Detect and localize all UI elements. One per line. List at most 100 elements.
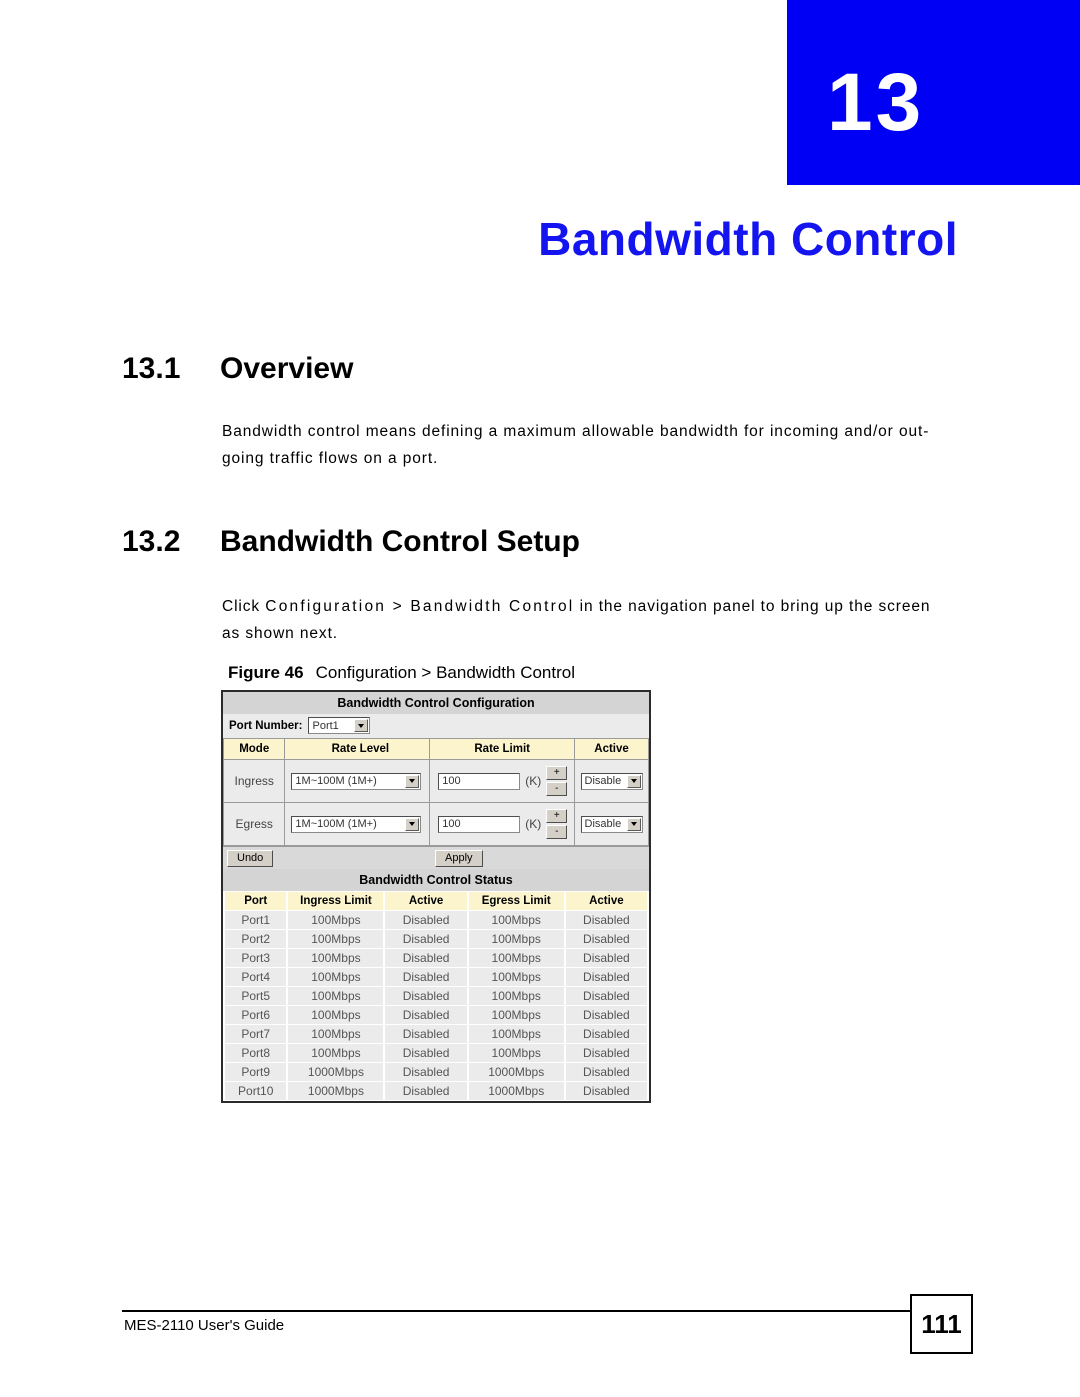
status-cell-egress-active: Disabled bbox=[565, 1006, 647, 1024]
status-cell-ingress-active: Disabled bbox=[385, 911, 467, 929]
status-cell-egress-active: Disabled bbox=[565, 911, 647, 929]
status-cell-ingress-limit: 100Mbps bbox=[288, 1006, 384, 1024]
figure-caption-text: Configuration > Bandwidth Control bbox=[315, 663, 576, 682]
status-cell-ingress-limit: 100Mbps bbox=[288, 968, 384, 986]
status-cell-ingress-limit: 100Mbps bbox=[288, 1044, 384, 1062]
figure-caption: Figure 46 Configuration > Bandwidth Contr… bbox=[228, 663, 575, 683]
chevron-down-icon bbox=[626, 774, 641, 788]
ingress-rate-limit-input[interactable] bbox=[438, 772, 521, 790]
status-cell-ingress-limit: 100Mbps bbox=[288, 987, 384, 1005]
setup-paragraph: Click Configuration > Bandwidth Control … bbox=[222, 593, 952, 647]
egress-spinner-group: + - bbox=[546, 809, 568, 839]
status-cell-egress-limit: 100Mbps bbox=[468, 911, 564, 929]
status-cell-egress-limit: 100Mbps bbox=[468, 1006, 564, 1024]
status-table-header-row: Port Ingress Limit Active Egress Limit A… bbox=[225, 892, 647, 910]
chapter-title: Bandwidth Control bbox=[538, 213, 958, 265]
egress-decrement-button[interactable]: - bbox=[546, 825, 568, 839]
section-number-overview: 13.1 bbox=[122, 352, 181, 385]
status-cell-port: Port10 bbox=[225, 1082, 287, 1100]
status-cell-ingress-active: Disabled bbox=[385, 930, 467, 948]
status-cell-ingress-active: Disabled bbox=[385, 949, 467, 967]
table-row: Port8 100Mbps Disabled 100Mbps Disabled bbox=[225, 1044, 647, 1062]
egress-rate-limit-input[interactable] bbox=[438, 815, 521, 833]
status-cell-port: Port1 bbox=[225, 911, 287, 929]
table-row: Port6 100Mbps Disabled 100Mbps Disabled bbox=[225, 1006, 647, 1024]
ingress-mode-label: Ingress bbox=[222, 759, 286, 803]
chapter-banner: 13 bbox=[787, 0, 1080, 185]
status-cell-port: Port5 bbox=[225, 987, 287, 1005]
section-number-setup: 13.2 bbox=[122, 525, 181, 558]
status-cell-egress-active: Disabled bbox=[565, 968, 647, 986]
egress-rate-level-select[interactable]: 1M~100M (1M+) bbox=[291, 815, 422, 833]
chevron-down-icon bbox=[405, 774, 420, 788]
ingress-decrement-button[interactable]: - bbox=[546, 782, 568, 796]
setup-paragraph-prefix: Click bbox=[222, 598, 266, 615]
port-number-bar: Port Number: Port1 bbox=[223, 714, 649, 738]
status-cell-ingress-limit: 100Mbps bbox=[288, 911, 384, 929]
status-cell-ingress-active: Disabled bbox=[385, 1063, 467, 1081]
status-col-port: Port bbox=[225, 892, 287, 910]
status-cell-egress-active: Disabled bbox=[565, 1044, 647, 1062]
ingress-rate-level-cell: 1M~100M (1M+) bbox=[284, 759, 431, 803]
config-table-header-row: Mode Rate Level Rate Limit Active bbox=[222, 738, 649, 760]
status-cell-egress-limit: 100Mbps bbox=[468, 1025, 564, 1043]
egress-active-value: Disable bbox=[584, 818, 622, 830]
port-number-label: Port Number: bbox=[229, 719, 303, 732]
status-cell-ingress-active: Disabled bbox=[385, 1006, 467, 1024]
status-cell-ingress-active: Disabled bbox=[385, 1044, 467, 1062]
status-cell-egress-limit: 100Mbps bbox=[468, 930, 564, 948]
status-col-egress-limit: Egress Limit bbox=[468, 892, 564, 910]
status-cell-ingress-limit: 1000Mbps bbox=[288, 1082, 384, 1100]
table-row: Port9 1000Mbps Disabled 1000Mbps Disabled bbox=[225, 1063, 647, 1081]
ingress-unit-label: (K) bbox=[525, 774, 542, 788]
config-row-egress: Egress 1M~100M (1M+) (K) + - bbox=[222, 802, 649, 846]
config-row-ingress: Ingress 1M~100M (1M+) (K) + - bbox=[222, 759, 649, 803]
bandwidth-config-table: Mode Rate Level Rate Limit Active Ingres… bbox=[222, 738, 649, 846]
ingress-active-value: Disable bbox=[584, 775, 622, 787]
status-cell-ingress-limit: 100Mbps bbox=[288, 949, 384, 967]
status-cell-port: Port9 bbox=[225, 1063, 287, 1081]
status-cell-port: Port4 bbox=[225, 968, 287, 986]
egress-active-cell: Disable bbox=[574, 802, 649, 846]
status-cell-port: Port2 bbox=[225, 930, 287, 948]
overview-paragraph: Bandwidth control means defining a maxim… bbox=[222, 423, 930, 467]
table-row: Port1 100Mbps Disabled 100Mbps Disabled bbox=[225, 911, 647, 929]
status-cell-port: Port8 bbox=[225, 1044, 287, 1062]
status-cell-ingress-limit: 1000Mbps bbox=[288, 1063, 384, 1081]
status-cell-egress-limit: 1000Mbps bbox=[468, 1063, 564, 1081]
egress-rate-limit-cell: (K) + - bbox=[429, 802, 576, 846]
status-table-body: Port1 100Mbps Disabled 100Mbps Disabled Port… bbox=[225, 911, 647, 1100]
section-heading-setup: 13.2 Bandwidth Control Setup bbox=[122, 525, 580, 559]
status-cell-ingress-active: Disabled bbox=[385, 1025, 467, 1043]
config-panel-title: Bandwidth Control Configuration bbox=[223, 692, 649, 714]
ingress-active-cell: Disable bbox=[574, 759, 649, 803]
status-cell-port: Port3 bbox=[225, 949, 287, 967]
ingress-rate-level-select[interactable]: 1M~100M (1M+) bbox=[291, 772, 422, 790]
port-number-select-value: Port1 bbox=[312, 719, 339, 732]
status-cell-egress-limit: 1000Mbps bbox=[468, 1082, 564, 1100]
status-cell-ingress-limit: 100Mbps bbox=[288, 930, 384, 948]
footer-divider bbox=[122, 1310, 912, 1312]
status-cell-egress-limit: 100Mbps bbox=[468, 987, 564, 1005]
config-col-active: Active bbox=[574, 738, 649, 760]
table-row: Port2 100Mbps Disabled 100Mbps Disabled bbox=[225, 930, 647, 948]
table-row: Port10 1000Mbps Disabled 1000Mbps Disabled bbox=[225, 1082, 647, 1100]
egress-increment-button[interactable]: + bbox=[546, 809, 568, 823]
ingress-increment-button[interactable]: + bbox=[546, 766, 568, 780]
table-row: Port5 100Mbps Disabled 100Mbps Disabled bbox=[225, 987, 647, 1005]
apply-button[interactable]: Apply bbox=[435, 849, 483, 867]
ingress-active-select[interactable]: Disable bbox=[580, 772, 643, 790]
status-cell-egress-active: Disabled bbox=[565, 930, 647, 948]
undo-button[interactable]: Undo bbox=[227, 849, 274, 867]
ingress-rate-level-value: 1M~100M (1M+) bbox=[295, 775, 377, 787]
config-col-mode: Mode bbox=[222, 738, 286, 760]
egress-active-select[interactable]: Disable bbox=[580, 815, 643, 833]
table-row: Port4 100Mbps Disabled 100Mbps Disabled bbox=[225, 968, 647, 986]
status-cell-ingress-active: Disabled bbox=[385, 1082, 467, 1100]
status-cell-egress-active: Disabled bbox=[565, 1082, 647, 1100]
config-button-row: Undo Apply bbox=[223, 846, 649, 869]
table-row: Port7 100Mbps Disabled 100Mbps Disabled bbox=[225, 1025, 647, 1043]
port-number-select[interactable]: Port1 bbox=[308, 717, 371, 734]
egress-rate-level-cell: 1M~100M (1M+) bbox=[284, 802, 431, 846]
chevron-down-icon bbox=[354, 719, 369, 732]
